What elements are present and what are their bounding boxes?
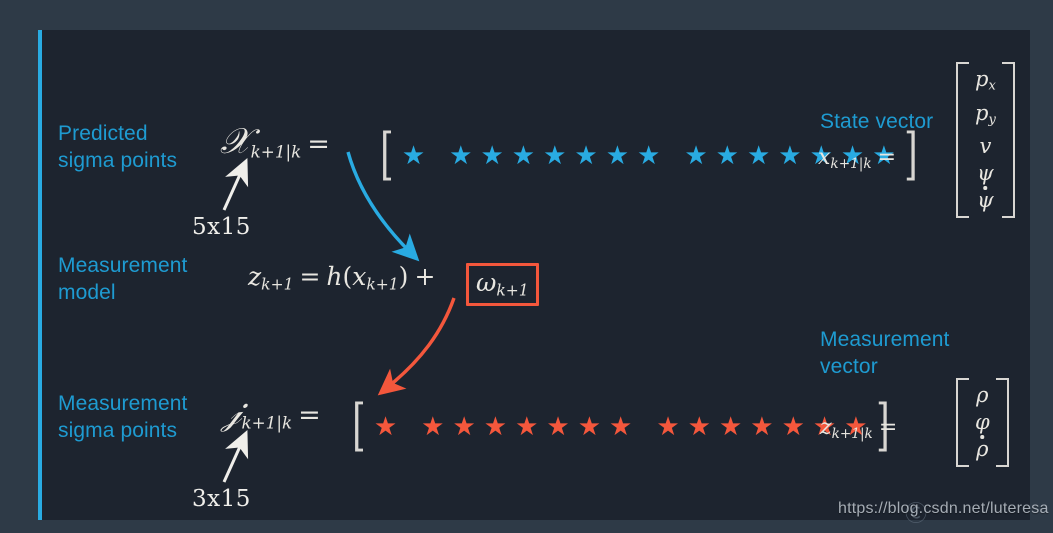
equals-sign: = (878, 415, 898, 440)
star: ★ (746, 140, 771, 171)
star: ★ (605, 140, 630, 171)
annotation-5x15: 5x15 (192, 214, 251, 240)
arrow-measurement-dimension (222, 429, 249, 483)
star: ★ (543, 140, 567, 171)
script-z-symbol: 𝒿 (222, 392, 242, 433)
star: ★ (452, 411, 476, 442)
label-measurement-vector: Measurement vector (820, 328, 950, 378)
annotation-3x15: 3x15 (192, 486, 251, 512)
equals-sign: = (299, 262, 321, 291)
label-measurement-sigma-points: Measurement sigma points (58, 392, 188, 442)
subscript-k1k: k+1|k (250, 141, 302, 162)
measurement-vector-matrix: ρ φ ρ (956, 378, 1009, 467)
equation-measurement-sigma-lhs: 𝒿k+1|k = (222, 392, 327, 434)
star: ★ (483, 411, 508, 442)
vector-bracket-left (956, 378, 969, 467)
subscript-k1k: k+1|k (241, 412, 293, 433)
star: ★ (401, 140, 426, 171)
subscript-k1k: k+1|k (830, 155, 872, 172)
plus-sign: + (414, 262, 436, 291)
bracket-right: ] (903, 122, 918, 187)
vector-element: φ (975, 410, 990, 434)
state-vector-matrix: px py v ψ ψ (956, 62, 1015, 219)
noise-term-omega: ωk+1 (476, 268, 529, 300)
label-measurement-model: Measurement model (58, 254, 188, 304)
vector-element: py (975, 100, 996, 128)
noise-term-highlight-box: ωk+1 (466, 263, 539, 307)
vector-bracket-right (1001, 62, 1015, 219)
star: ★ (480, 140, 504, 171)
vector-element: ρ (976, 435, 989, 461)
dot-accent (983, 186, 988, 190)
vector-element: px (975, 67, 996, 94)
script-x-symbol: 𝒳 (220, 121, 251, 162)
equals-sign: = (307, 129, 330, 160)
star: ★ (421, 411, 445, 442)
arrow-model-to-measurement (377, 297, 456, 396)
star: ★ (373, 411, 398, 442)
subscript-k1: k+1 (261, 275, 294, 294)
subscript-k1: k+1 (366, 275, 399, 294)
star: ★ (546, 411, 570, 442)
equation-measurement-vector-lhs: zk+1|k = (820, 415, 903, 442)
star: ★ (577, 411, 602, 442)
star: ★ (778, 140, 802, 171)
watermark-url: https://blog.csdn.net/luteresa (838, 500, 1049, 517)
bracket-left: [ (380, 122, 394, 187)
star: ★ (515, 411, 539, 442)
equals-sign: = (877, 145, 897, 170)
star: ★ (781, 411, 805, 442)
bracket-left: [ (352, 393, 366, 458)
star: ★ (718, 411, 743, 442)
vector-bracket-right (995, 378, 1009, 467)
star: ★ (511, 140, 536, 171)
vector-element: ψ (977, 161, 994, 186)
star: ★ (449, 140, 473, 171)
star: ★ (609, 411, 633, 442)
equation-predicted-sigma-lhs: 𝒳k+1|k = (220, 121, 336, 163)
vector-element: ρ (976, 383, 989, 407)
equation-measurement-model: zk+1 = h(xk+1) + (248, 262, 441, 293)
subscript-k1: k+1 (496, 281, 529, 300)
star: ★ (637, 140, 661, 171)
subscript-k1k: k+1|k (831, 425, 873, 442)
star: ★ (684, 140, 708, 171)
accent-bar (38, 30, 42, 520)
star: ★ (750, 411, 774, 442)
label-predicted-sigma-points: Predicted sigma points (58, 122, 178, 172)
equals-sign: = (298, 400, 321, 431)
vector-element: v (979, 134, 992, 159)
arrow-predicted-dimension (222, 157, 249, 211)
label-state-vector: State vector (820, 110, 934, 133)
equation-state-vector-lhs: xk+1|k = (818, 145, 902, 172)
slide-panel: Predicted sigma points 𝒳k+1|k = [ ★ ★ ★ ★… (38, 30, 1030, 520)
star: ★ (715, 140, 739, 171)
star: ★ (687, 411, 711, 442)
vector-bracket-left (956, 62, 969, 219)
dot-accent (980, 435, 985, 439)
measurement-sigma-star-row: [ ★ ★ ★ ★ ★ ★ ★ ★ ★ ★ ★ ★ ★ ★ ★ ] (348, 393, 893, 458)
measurement-vector-cells: ρ φ ρ (969, 378, 996, 467)
vector-element: ψ (977, 186, 994, 213)
state-vector-cells: px py v ψ ψ (969, 62, 1002, 218)
red-star-group: ★ ★ ★ ★ ★ ★ ★ ★ ★ ★ ★ ★ ★ ★ ★ (370, 413, 872, 439)
star: ★ (656, 411, 680, 442)
star: ★ (574, 140, 598, 171)
